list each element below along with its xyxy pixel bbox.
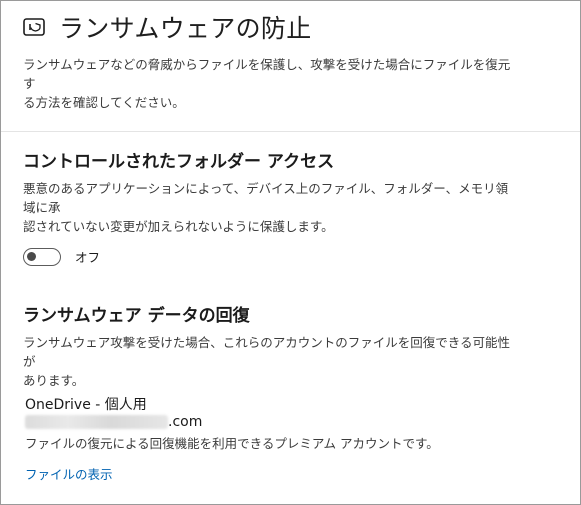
email-suffix: .com <box>168 414 203 430</box>
shield-window-icon <box>23 18 45 36</box>
recovery-description: ランサムウェア攻撃を受けた場合、これらのアカウントのファイルを回復できる可能性が… <box>23 335 511 388</box>
cfa-description: 悪意のあるアプリケーションによって、デバイス上のファイル、フォルダー、メモリ領域… <box>23 181 509 234</box>
toggle-knob <box>27 251 36 261</box>
cfa-toggle-switch[interactable] <box>23 247 61 266</box>
account-description: ファイルの復元による回復機能を利用できるプレミアム アカウントです。 <box>25 436 439 451</box>
toggle-state-label: オフ <box>75 250 101 265</box>
divider <box>1 131 580 132</box>
page-description: ランサムウェアなどの脅威からファイルを保護し、攻撃を受けた場合にファイルを復元す… <box>23 57 511 110</box>
cfa-toggle-row: オフ <box>23 247 100 266</box>
header: ランサムウェアの防止 <box>23 9 312 45</box>
account-name: OneDrive - 個人用 <box>25 397 147 413</box>
account-email: .com <box>25 414 202 430</box>
cfa-section-title: コントロールされたフォルダー アクセス <box>23 152 335 172</box>
view-files-link[interactable]: ファイルの表示 <box>25 464 113 483</box>
page-title: ランサムウェアの防止 <box>59 14 312 43</box>
recovery-section-title: ランサムウェア データの回復 <box>23 306 250 326</box>
redacted-email <box>25 415 168 429</box>
window: ランサムウェアの防止 ランサムウェアなどの脅威からファイルを保護し、攻撃を受けた… <box>0 0 581 505</box>
